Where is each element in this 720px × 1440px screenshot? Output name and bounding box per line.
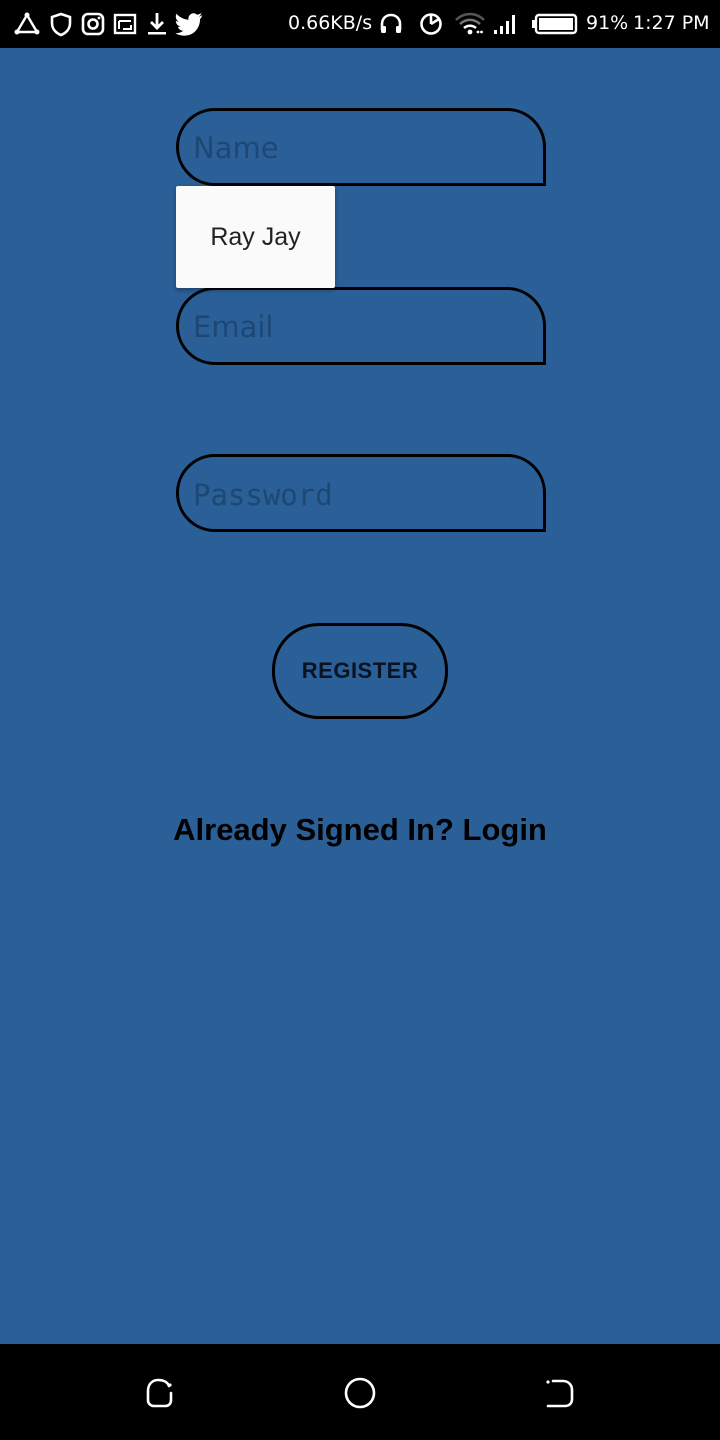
triangle-share-icon: [14, 12, 40, 35]
shield-icon: [50, 12, 72, 37]
email-placeholder: Email: [193, 310, 274, 344]
headphones-icon: [380, 13, 402, 33]
wifi-icon: [455, 12, 485, 35]
autofill-suggestion[interactable]: Ray Jay: [176, 186, 335, 288]
back-icon[interactable]: [543, 1376, 577, 1410]
home-icon[interactable]: [343, 1376, 377, 1410]
network-speed: 0.66KB/s: [288, 12, 373, 34]
signal-icon: [494, 15, 515, 34]
twitter-icon: [175, 13, 202, 36]
download-icon: [148, 13, 166, 35]
email-field[interactable]: Email: [176, 287, 546, 365]
name-field[interactable]: Name: [176, 108, 546, 186]
data-saver-icon: [420, 13, 442, 35]
battery-icon: [532, 13, 578, 35]
cast-icon: [113, 13, 137, 35]
instagram-icon: [81, 12, 105, 36]
login-link[interactable]: Already Signed In? Login: [0, 812, 720, 848]
navigation-bar: [0, 1344, 720, 1440]
name-placeholder: Name: [193, 131, 279, 165]
register-button[interactable]: REGISTER: [272, 623, 448, 719]
password-placeholder: Password: [193, 478, 333, 512]
password-field[interactable]: Password: [176, 454, 546, 532]
battery-percent: 91%: [586, 12, 629, 34]
recents-icon[interactable]: [143, 1376, 177, 1410]
autofill-popup: Ray Jay: [176, 186, 335, 288]
clock: 1:27 PM: [633, 12, 710, 34]
status-bar: 0.66KB/s 91% 1:27 PM: [0, 0, 720, 48]
